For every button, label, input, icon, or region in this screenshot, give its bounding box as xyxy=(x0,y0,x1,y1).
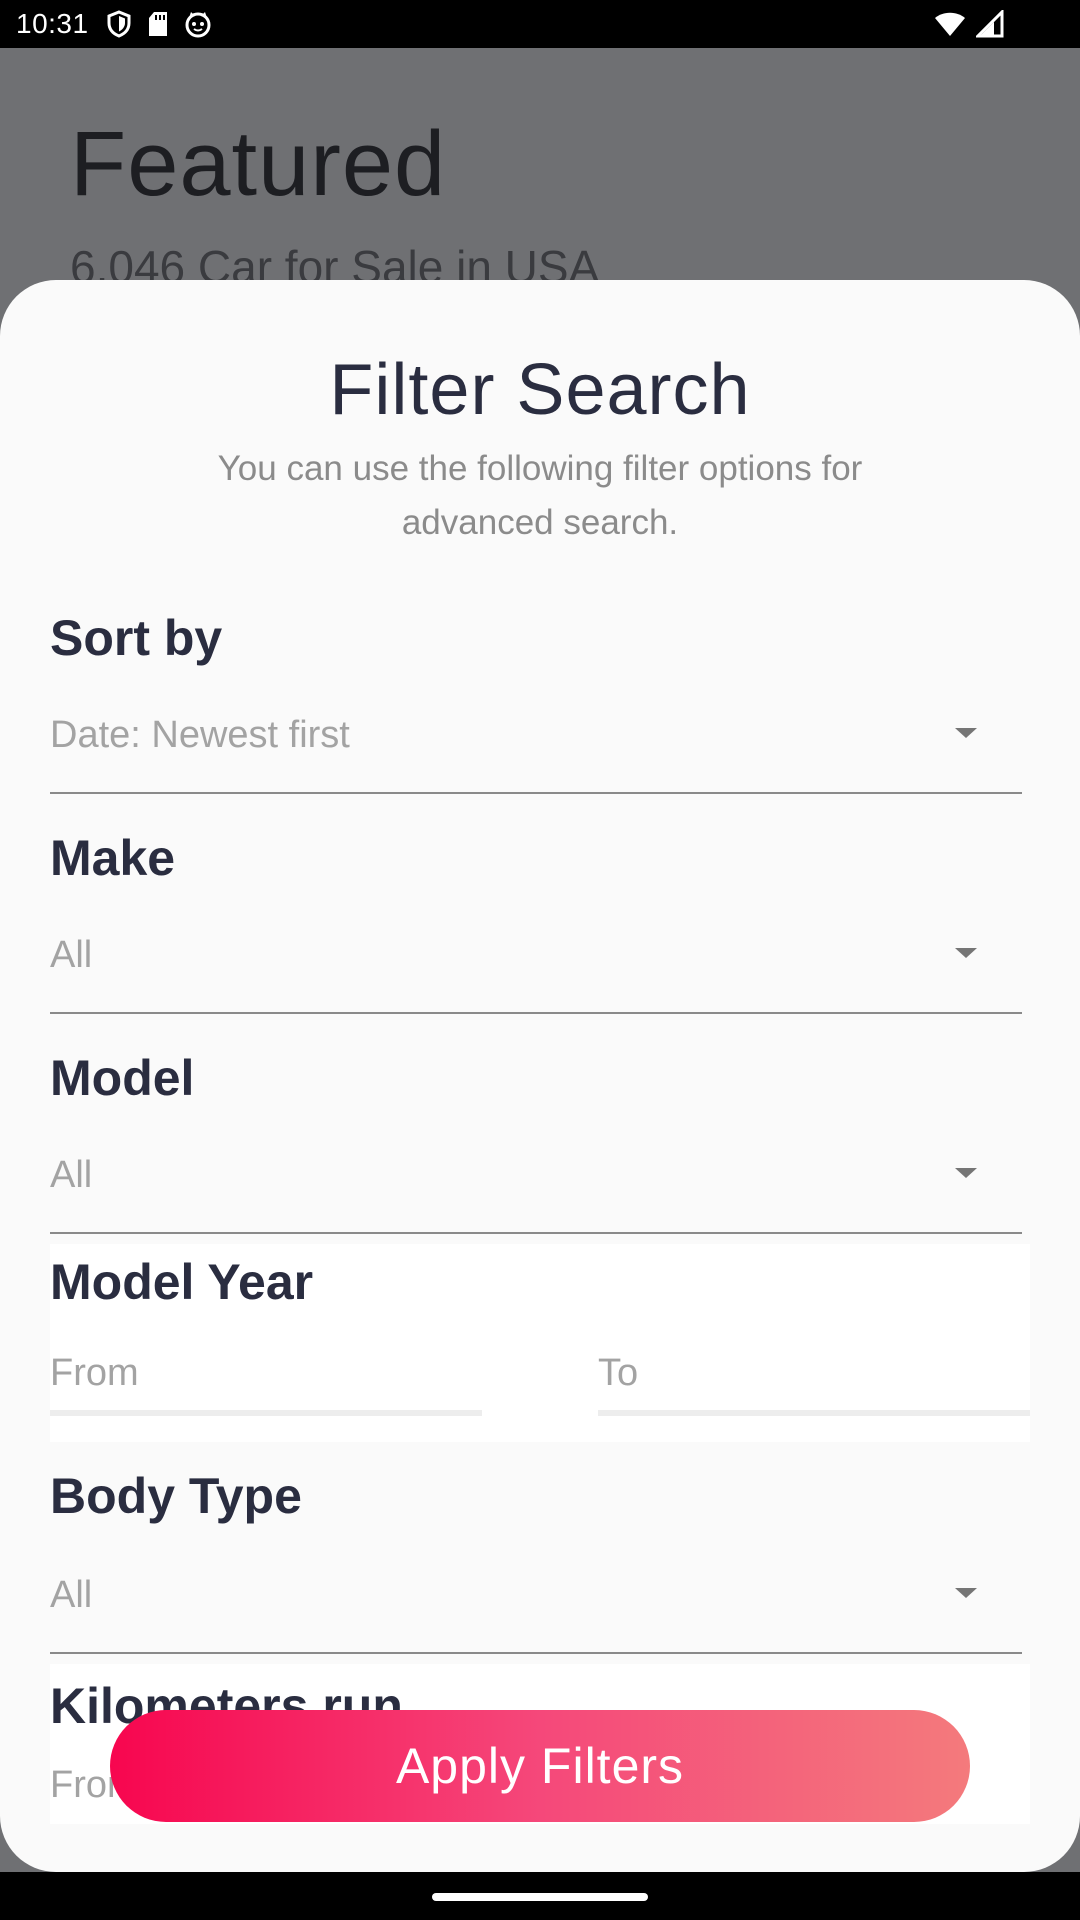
dropdown-arrow-icon xyxy=(954,1586,978,1604)
dropdown-arrow-icon xyxy=(954,726,978,744)
model-label: Model xyxy=(50,1050,195,1106)
wifi-icon xyxy=(934,10,966,38)
sheet-description: You can use the following filter options… xyxy=(217,449,863,542)
sort-by-label: Sort by xyxy=(50,610,223,666)
model-year-from-input[interactable] xyxy=(50,1336,482,1416)
shield-icon xyxy=(106,10,132,38)
sd-card-icon xyxy=(146,10,170,38)
navigation-bar xyxy=(0,1872,1080,1920)
apply-filters-button[interactable]: Apply Filters xyxy=(110,1710,970,1822)
model-year-section: Model Year xyxy=(50,1244,1030,1442)
model-year-label: Model Year xyxy=(50,1254,314,1310)
filter-sheet: Filter Search You can use the following … xyxy=(0,280,1080,1872)
make-value: All xyxy=(50,934,93,976)
dropdown-arrow-icon xyxy=(954,946,978,964)
dropdown-arrow-icon xyxy=(954,1166,978,1184)
body-type-label: Body Type xyxy=(50,1468,302,1524)
status-icons-right xyxy=(934,10,1004,38)
cellular-signal-icon xyxy=(976,10,1004,38)
page-title: Featured xyxy=(70,113,447,215)
model-dropdown[interactable]: All xyxy=(50,1142,1022,1234)
make-dropdown[interactable]: All xyxy=(50,922,1022,1014)
sort-by-value: Date: Newest first xyxy=(50,714,350,756)
model-value: All xyxy=(50,1154,93,1196)
status-icons-left xyxy=(106,10,212,38)
sort-by-dropdown[interactable]: Date: Newest first xyxy=(50,702,1022,794)
sheet-title: Filter Search xyxy=(329,350,751,430)
status-bar: 10:31 xyxy=(0,0,1080,48)
status-time: 10:31 xyxy=(16,8,89,39)
model-year-to-input[interactable] xyxy=(598,1336,1030,1416)
cat-face-icon xyxy=(184,10,212,38)
make-label: Make xyxy=(50,830,176,886)
body-type-value: All xyxy=(50,1574,93,1616)
body-type-dropdown[interactable]: All xyxy=(50,1562,1022,1654)
home-gesture-handle[interactable] xyxy=(432,1893,648,1901)
